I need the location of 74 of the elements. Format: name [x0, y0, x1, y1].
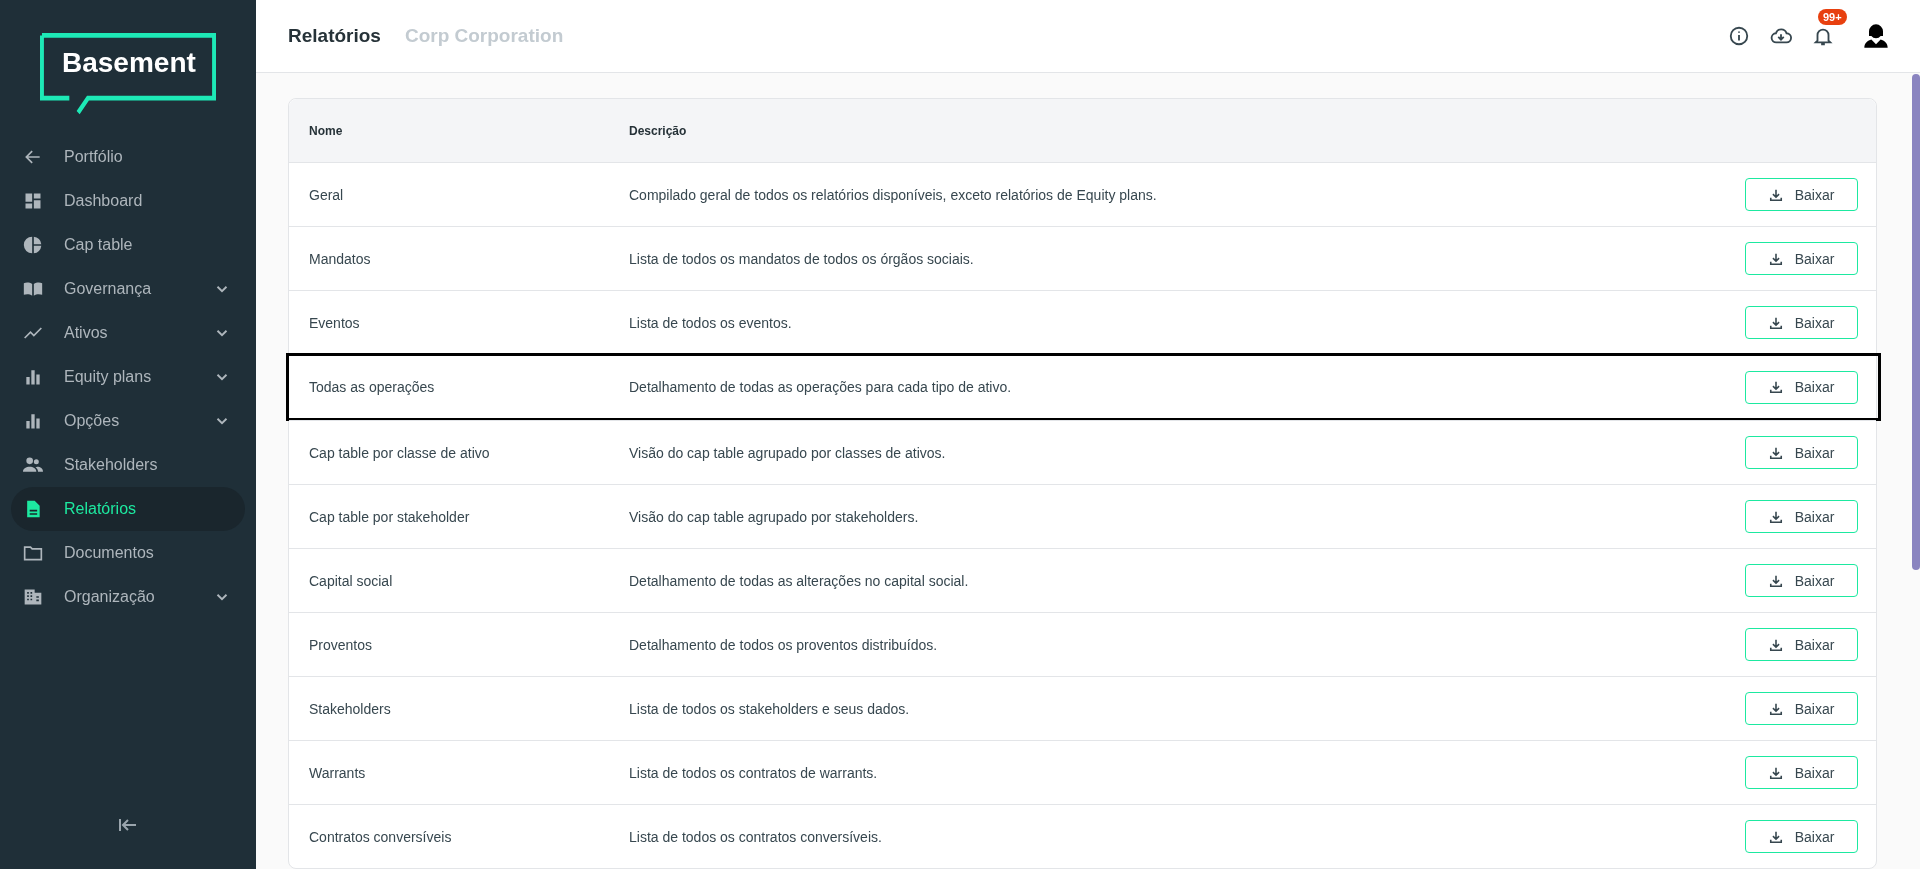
pie-chart-icon — [23, 235, 43, 255]
download-button[interactable]: Baixar — [1745, 820, 1858, 853]
sidebar-item[interactable]: Documentos — [11, 531, 245, 575]
table-cell-text: Visão do cap table agrupado por classes de ativos. — [629, 444, 947, 461]
sidebar-item[interactable]: Dashboard — [11, 179, 245, 223]
bar-chart-icon — [23, 411, 43, 431]
folder-icon — [23, 543, 43, 563]
collapse-sidebar-icon[interactable] — [118, 817, 138, 833]
download-icon — [1768, 637, 1783, 652]
column-header: Descrição — [629, 123, 688, 138]
speech-bubble-logo-icon — [40, 33, 216, 115]
logo[interactable]: Basement — [40, 33, 216, 115]
table-cell-text: Detalhamento de todas as operações para cada tipo de ativo. — [629, 379, 1013, 395]
people-icon — [23, 455, 43, 475]
sidebar-item[interactable]: Organização — [11, 575, 245, 619]
table-cell-text: Compilado geral de todos os relatórios disponíveis, exceto relatórios de Equity plans. — [629, 186, 1158, 203]
download-button[interactable]: Baixar — [1745, 370, 1858, 404]
sidebar-item[interactable]: Cap table — [11, 223, 245, 267]
table-cell-text: Lista de todos os eventos. — [629, 314, 793, 331]
sidebar-item[interactable]: Equity plans — [11, 355, 245, 399]
download-icon — [1768, 829, 1783, 844]
sidebar-item[interactable]: Stakeholders — [11, 443, 245, 487]
download-icon — [1768, 251, 1783, 266]
sidebar-item[interactable]: Opções — [11, 399, 245, 443]
table-cell-text: Mandatos — [309, 250, 372, 267]
table-cell-text: Capital social — [309, 572, 394, 589]
download-button[interactable]: Baixar — [1745, 692, 1858, 725]
download-icon — [1768, 445, 1783, 460]
sidebar-item[interactable]: Governança — [11, 267, 245, 311]
download-icon — [1768, 573, 1783, 588]
download-icon — [1768, 701, 1783, 716]
download-icon — [1768, 509, 1783, 524]
table-cell-text: Todas as operações — [309, 379, 436, 395]
table-cell-text: Stakeholders — [309, 700, 392, 717]
table-cell-text: Cap table por classe de ativo — [309, 444, 491, 461]
table-cell-text: Visão do cap table agrupado por stakeholders. — [629, 508, 920, 525]
info-icon[interactable] — [1728, 25, 1750, 47]
download-button[interactable]: Baixar — [1745, 306, 1858, 339]
table-cell-text: Lista de todos os mandatos de todos os órgãos sociais. — [629, 250, 975, 267]
column-header: Nome — [309, 123, 344, 138]
table-cell-text: Cap table por stakeholder — [309, 508, 471, 525]
download-button[interactable]: Baixar — [1745, 436, 1858, 469]
table-cell-text: Lista de todos os contratos de warrants. — [629, 764, 879, 781]
table-cell-text: Detalhamento de todas as alterações no capital social. — [629, 572, 970, 589]
table-cell-text: Contratos conversíveis — [309, 828, 453, 845]
user-avatar-icon[interactable] — [1862, 22, 1890, 50]
company-name: Corp Corporation — [404, 25, 564, 47]
table-cell-text: Lista de todos os contratos conversíveis. — [629, 828, 883, 845]
download-button[interactable]: Baixar — [1745, 564, 1858, 597]
dashboard-icon — [23, 191, 43, 211]
download-icon — [1768, 187, 1783, 202]
download-button[interactable]: Baixar — [1745, 628, 1858, 661]
table-cell-text: Lista de todos os stakeholders e seus dados. — [629, 700, 911, 717]
table-cell-text: Warrants — [309, 764, 367, 781]
download-icon — [1768, 380, 1783, 394]
scrollbar-thumb[interactable] — [1912, 74, 1920, 570]
table-cell-text: Proventos — [309, 636, 374, 653]
download-button[interactable]: Baixar — [1745, 242, 1858, 275]
table-cell-text: Detalhamento de todos os proventos distribuídos. — [629, 636, 939, 653]
page-title: Relatórios — [288, 25, 381, 47]
download-icon — [1768, 765, 1783, 780]
logo-text: Basement — [62, 47, 196, 79]
download-button[interactable]: Baixar — [1745, 500, 1858, 533]
download-button[interactable]: Baixar — [1745, 756, 1858, 789]
table-cell-text: Geral — [309, 186, 345, 203]
notification-badge: 99+ — [1818, 9, 1847, 25]
sidebar-item[interactable]: Ativos — [11, 311, 245, 355]
building-icon — [23, 587, 43, 607]
bar-chart-icon — [23, 367, 43, 387]
download-button[interactable]: Baixar — [1745, 178, 1858, 211]
download-icon — [1768, 315, 1783, 330]
sidebar-item[interactable]: Portfólio — [11, 135, 245, 179]
table-cell-text: Eventos — [309, 314, 361, 331]
sidebar-item[interactable]: Relatórios — [11, 487, 245, 531]
